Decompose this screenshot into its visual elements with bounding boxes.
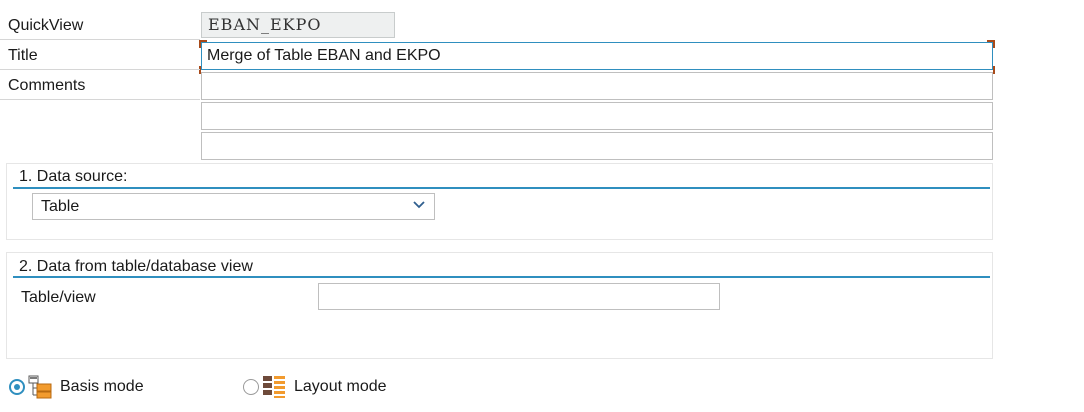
- table-view-label: Table/view: [21, 289, 96, 306]
- quickview-field: EBAN_EKPO: [201, 12, 395, 38]
- title-label: Title: [8, 47, 38, 64]
- data-source-title-underline: [13, 187, 990, 189]
- layout-mode-icon: [263, 376, 285, 398]
- table-view-input[interactable]: [318, 283, 720, 310]
- layout-mode-radio[interactable]: [243, 379, 259, 395]
- focus-corner: [987, 40, 995, 48]
- table-view-group: 2. Data from table/database view Table/v…: [6, 252, 993, 359]
- data-source-title: 1. Data source:: [19, 168, 128, 185]
- data-source-group: 1. Data source: Table: [6, 163, 993, 240]
- data-source-selected-value: Table: [41, 198, 80, 215]
- chevron-down-icon: [413, 201, 425, 209]
- row-divider: [0, 69, 200, 70]
- title-input[interactable]: Merge of Table EBAN and EKPO: [201, 42, 993, 70]
- focus-corner: [199, 40, 207, 48]
- basis-mode-icon: [28, 375, 52, 399]
- data-source-select[interactable]: Table: [32, 193, 435, 220]
- quickview-label: QuickView: [8, 17, 84, 34]
- basis-mode-option[interactable]: Basis mode: [9, 374, 144, 400]
- comments-line-2-input[interactable]: [201, 102, 993, 130]
- table-view-title-underline: [13, 276, 990, 278]
- comments-label: Comments: [8, 77, 86, 94]
- row-divider: [0, 39, 200, 40]
- layout-mode-label: Layout mode: [294, 378, 387, 395]
- table-view-title: 2. Data from table/database view: [19, 258, 253, 275]
- basis-mode-label: Basis mode: [60, 378, 144, 395]
- row-divider: [0, 99, 200, 100]
- basis-mode-radio[interactable]: [9, 379, 25, 395]
- layout-mode-option[interactable]: Layout mode: [243, 374, 387, 400]
- comments-line-3-input[interactable]: [201, 132, 993, 160]
- comments-line-1-input[interactable]: [201, 72, 993, 100]
